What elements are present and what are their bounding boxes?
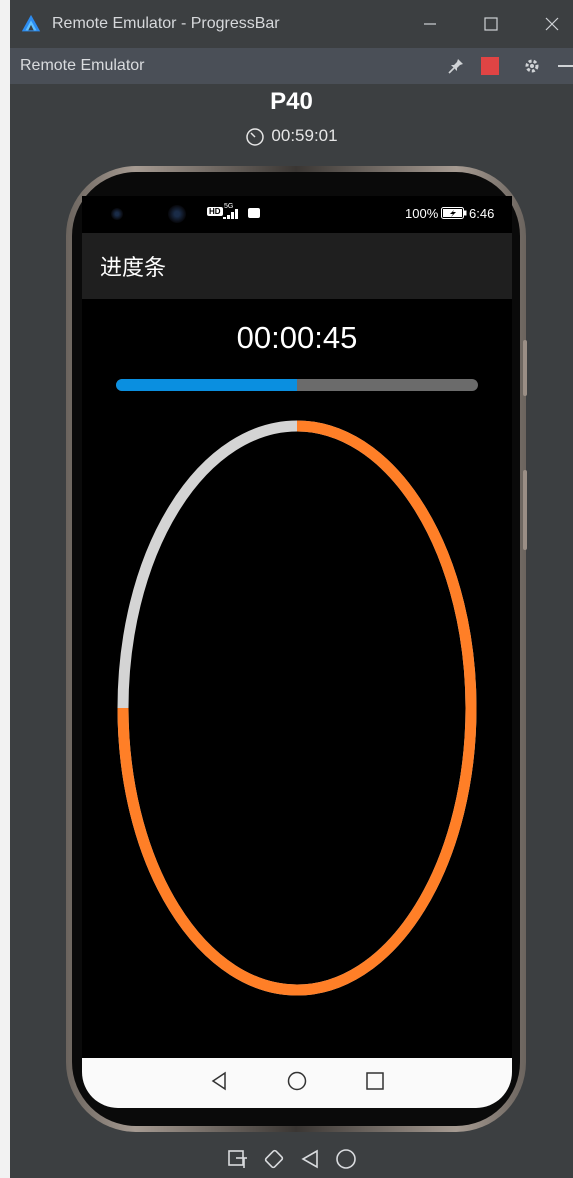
window-titlebar: Remote Emulator - ProgressBar bbox=[10, 0, 573, 48]
nav-home-button[interactable] bbox=[287, 1071, 307, 1096]
screenshot-button[interactable] bbox=[227, 1148, 249, 1175]
back-triangle-icon bbox=[211, 1071, 226, 1090]
back-icon bbox=[300, 1149, 318, 1169]
clock: 6:46 bbox=[469, 206, 495, 221]
nav-back-button[interactable] bbox=[209, 1071, 229, 1096]
session-time: 00:59:01 bbox=[271, 126, 338, 145]
session-timer: 00:59:01 bbox=[10, 126, 573, 146]
home-circle-icon bbox=[287, 1071, 307, 1090]
maximize-button[interactable] bbox=[460, 0, 522, 48]
status-bar: HD 5G 100% 6:46 bbox=[82, 196, 512, 232]
rotate-icon bbox=[264, 1149, 283, 1169]
front-camera bbox=[111, 208, 123, 220]
signal-icon bbox=[223, 209, 238, 219]
settings-icon bbox=[525, 59, 539, 73]
recents-square-icon bbox=[366, 1071, 384, 1090]
battery-icon bbox=[441, 207, 467, 219]
close-icon bbox=[545, 17, 559, 31]
collapse-icon bbox=[557, 65, 573, 67]
emulator-toolbar: Remote Emulator bbox=[10, 48, 573, 84]
emulator-back-button[interactable] bbox=[299, 1148, 321, 1175]
screenshot-icon bbox=[227, 1150, 247, 1168]
rotate-button[interactable] bbox=[263, 1148, 285, 1175]
stop-icon bbox=[481, 57, 499, 75]
ring-progress bbox=[117, 420, 477, 996]
phone-screen: HD 5G 100% 6:46 进度条 00:00:45 bbox=[82, 196, 512, 1108]
home-icon bbox=[335, 1149, 356, 1169]
front-camera-main bbox=[168, 205, 186, 223]
emulator-controls bbox=[10, 1148, 573, 1175]
window-title: Remote Emulator - ProgressBar bbox=[52, 15, 280, 32]
settings-button[interactable] bbox=[520, 54, 544, 78]
linear-progress-fill bbox=[116, 379, 297, 391]
nav-recents-button[interactable] bbox=[365, 1071, 385, 1096]
collapse-button[interactable] bbox=[554, 54, 573, 78]
sim-icon bbox=[248, 208, 260, 218]
elapsed-time: 00:00:45 bbox=[236, 320, 358, 355]
minimize-icon bbox=[424, 23, 436, 25]
maximize-icon bbox=[484, 17, 498, 31]
close-button[interactable] bbox=[521, 0, 573, 48]
app-title: 进度条 bbox=[100, 256, 167, 281]
device-name: P40 bbox=[270, 88, 313, 115]
app-logo-icon bbox=[21, 14, 41, 32]
power-button bbox=[523, 470, 527, 550]
toolbar-title: Remote Emulator bbox=[20, 57, 145, 74]
hd-badge: HD bbox=[207, 207, 223, 216]
timer-icon bbox=[246, 128, 265, 146]
battery-percent: 100% bbox=[405, 206, 439, 221]
linear-progress-bar bbox=[116, 379, 478, 391]
window-edge bbox=[0, 0, 10, 1178]
pin-button[interactable] bbox=[444, 54, 468, 78]
app-bar: 进度条 bbox=[82, 233, 512, 299]
emulator-home-button[interactable] bbox=[335, 1148, 357, 1175]
minimize-button[interactable] bbox=[399, 0, 461, 48]
stop-button[interactable] bbox=[478, 54, 502, 78]
pin-icon bbox=[448, 59, 463, 74]
volume-button bbox=[523, 340, 527, 396]
system-nav-bar bbox=[82, 1058, 512, 1108]
